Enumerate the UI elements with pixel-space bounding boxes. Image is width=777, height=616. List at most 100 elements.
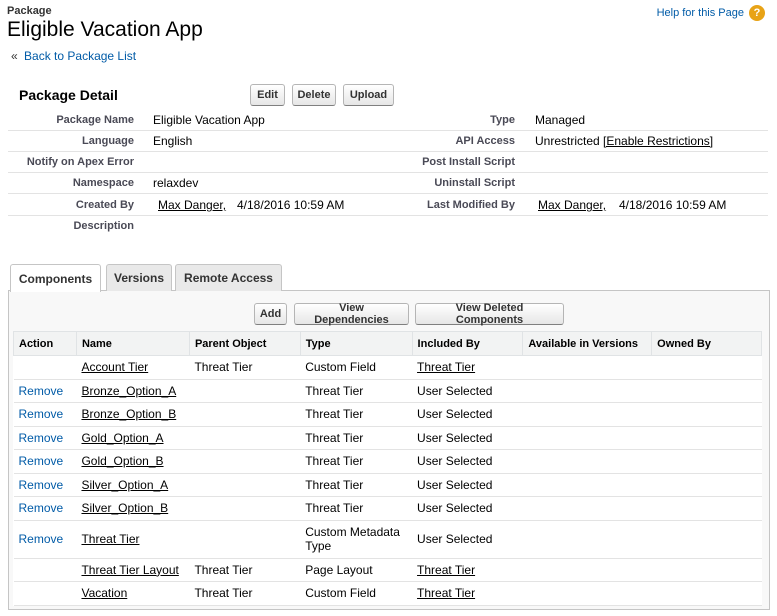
table-cell xyxy=(189,520,301,559)
remove-link[interactable]: Remove xyxy=(19,454,64,468)
table-row: Remove Bronze_Option_B Threat Tier User Sel… xyxy=(13,402,762,427)
table-cell xyxy=(651,520,762,559)
remove-link[interactable]: Remove xyxy=(19,431,64,445)
column-header-parent-object[interactable]: Parent Object xyxy=(188,331,301,356)
remove-link[interactable]: Remove xyxy=(19,532,64,546)
included-by-link[interactable]: Threat Tier xyxy=(417,563,475,577)
component-name-link[interactable]: Bronze_Option_A xyxy=(81,384,176,398)
remove-link[interactable]: Remove xyxy=(19,478,64,492)
api-access-value: Unrestricted [Enable Restrictions] xyxy=(535,134,713,148)
view-dependencies-button[interactable]: View Dependencies xyxy=(294,302,409,326)
table-cell: Remove xyxy=(13,426,77,450)
remove-link[interactable]: Remove xyxy=(19,407,64,421)
delete-button[interactable]: Delete xyxy=(292,84,336,106)
table-cell xyxy=(13,355,77,380)
component-name-link[interactable]: Silver_Option_A xyxy=(81,478,168,492)
component-name-link[interactable]: Gold_Option_A xyxy=(81,431,163,445)
upload-button[interactable]: Upload xyxy=(343,84,394,106)
table-cell: Threat Tier xyxy=(300,496,413,521)
detail-row: Description xyxy=(8,216,768,237)
column-header-included-by[interactable]: Included By xyxy=(411,331,524,356)
table-cell: Bronze_Option_A xyxy=(76,379,190,403)
table-row: Account Tier Threat Tier Custom Field Threa… xyxy=(13,355,762,380)
created-date-value: 4/18/2016 10:59 AM xyxy=(237,198,345,212)
table-cell: Remove xyxy=(13,449,77,474)
component-name-link[interactable]: Threat Tier xyxy=(81,532,139,546)
table-cell: Threat Tier Layout xyxy=(76,558,190,582)
field-label: Description xyxy=(73,220,134,232)
table-cell xyxy=(651,558,762,582)
view-deleted-components-button[interactable]: View Deleted Components xyxy=(415,302,564,326)
table-cell xyxy=(651,473,762,497)
table-cell: Remove xyxy=(13,520,77,559)
table-cell: Custom Field xyxy=(300,355,413,380)
type-value: Managed xyxy=(535,113,586,127)
modified-by-user-link[interactable]: Max Danger, xyxy=(538,198,606,212)
component-name-link[interactable]: Vacation xyxy=(81,586,127,600)
remove-link[interactable]: Remove xyxy=(19,501,64,515)
included-by-link[interactable]: Threat Tier xyxy=(417,360,475,374)
table-cell: Threat Tier xyxy=(76,520,190,559)
tab-components[interactable]: Components xyxy=(10,264,101,292)
edit-button[interactable]: Edit xyxy=(250,84,285,106)
enable-restrictions-link[interactable]: [Enable Restrictions] xyxy=(603,134,713,148)
type-cell: Threat Tier xyxy=(305,383,364,398)
table-cell xyxy=(522,558,652,582)
included-by-cell: User Selected xyxy=(417,532,493,546)
table-row: Threat Tier Layout Threat Tier Page Layout… xyxy=(13,558,762,582)
tab-remote-access[interactable]: Remote Access xyxy=(175,264,282,291)
table-cell xyxy=(522,355,652,380)
component-name-link[interactable]: Gold_Option_B xyxy=(81,454,163,468)
question-circle-icon[interactable]: ? xyxy=(749,5,765,21)
back-to-package-list[interactable]: « Back to Package List xyxy=(11,49,136,63)
column-header-type[interactable]: Type xyxy=(299,331,413,356)
table-cell: Remove xyxy=(13,379,77,403)
field-label: Notify on Apex Error xyxy=(26,156,134,168)
help-link[interactable]: Help for this Page xyxy=(657,7,744,19)
included-by-cell: User Selected xyxy=(417,477,493,492)
type-cell: Custom Field xyxy=(305,586,376,601)
table-cell xyxy=(651,402,762,427)
table-cell xyxy=(522,520,652,559)
remove-link[interactable]: Remove xyxy=(19,384,64,398)
table-cell: Threat Tier xyxy=(412,581,523,606)
tab-versions[interactable]: Versions xyxy=(106,264,172,291)
component-name-link[interactable]: Account Tier xyxy=(81,360,148,374)
type-cell: Threat Tier xyxy=(305,477,364,492)
field-label: Type xyxy=(490,114,515,126)
table-row: Remove Threat Tier Custom Metadata Type Use… xyxy=(13,520,762,559)
table-cell xyxy=(13,558,77,582)
detail-row: Language English API Access Unrestricted… xyxy=(8,131,768,152)
type-cell: Threat Tier xyxy=(305,454,364,469)
included-by-link[interactable]: Threat Tier xyxy=(417,586,475,600)
table-row: Vacation Threat Tier Custom Field Threat Ti… xyxy=(13,581,762,606)
column-header-owned-by[interactable]: Owned By xyxy=(651,331,762,356)
column-header-available-in-versions[interactable]: Available in Versions xyxy=(522,331,653,356)
component-name-link[interactable]: Silver_Option_B xyxy=(81,501,168,515)
table-cell: Threat Tier xyxy=(300,473,413,497)
api-access-text: Unrestricted xyxy=(535,134,600,148)
created-by-user-link[interactable]: Max Danger, xyxy=(158,198,226,212)
table-cell: Threat Tier xyxy=(300,379,413,403)
component-name-link[interactable]: Bronze_Option_B xyxy=(81,407,176,421)
included-by-cell: User Selected xyxy=(417,407,493,422)
add-button[interactable]: Add xyxy=(254,303,287,325)
component-name-link[interactable]: Threat Tier Layout xyxy=(81,563,178,577)
type-cell: Threat Tier xyxy=(305,407,364,422)
table-cell: Threat Tier xyxy=(412,558,523,582)
detail-row: Namespace relaxdev Uninstall Script xyxy=(8,173,768,194)
field-label: Uninstall Script xyxy=(434,177,515,189)
field-label: Last Modified By xyxy=(426,199,515,211)
back-link-label[interactable]: Back to Package List xyxy=(24,49,136,63)
column-header-name[interactable]: Name xyxy=(75,331,190,356)
table-cell xyxy=(651,581,762,606)
table-cell: Silver_Option_A xyxy=(76,473,190,497)
type-cell: Custom Field xyxy=(305,360,376,375)
table-cell xyxy=(189,496,301,521)
table-cell: User Selected xyxy=(412,496,523,521)
modified-date-value: 4/18/2016 10:59 AM xyxy=(619,198,727,212)
table-cell xyxy=(651,449,762,474)
table-cell: Custom Metadata Type xyxy=(300,520,413,559)
table-cell: User Selected xyxy=(412,473,523,497)
table-cell: Threat Tier xyxy=(412,355,523,380)
